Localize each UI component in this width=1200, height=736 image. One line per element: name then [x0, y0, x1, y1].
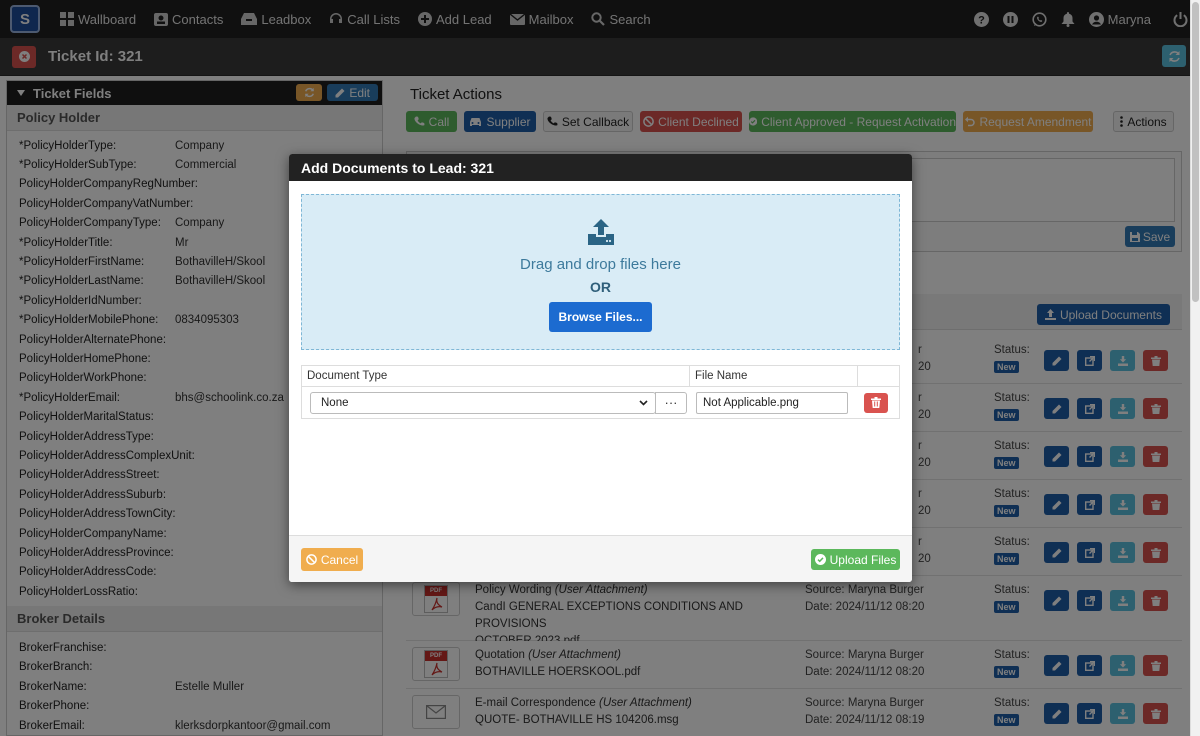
table-row: None ··· Not Applicable.png — [302, 387, 899, 418]
upload-files-button[interactable]: Upload Files — [811, 549, 900, 570]
scrollbar-thumb[interactable] — [1192, 2, 1199, 302]
document-type-select[interactable]: None — [310, 391, 656, 414]
cancel-label: Cancel — [320, 552, 359, 567]
table-header: Document Type File Name — [302, 366, 899, 387]
chevron-down-icon — [639, 399, 648, 406]
ban-icon — [305, 554, 317, 565]
modal-footer: Cancel Upload Files — [289, 535, 912, 582]
upload-files-label: Upload Files — [829, 552, 897, 567]
more-options-button[interactable]: ··· — [655, 391, 687, 414]
col-document-type: Document Type — [302, 366, 690, 386]
check-circle-icon — [814, 554, 826, 565]
browse-files-button[interactable]: Browse Files... — [549, 302, 652, 332]
col-file-name: File Name — [690, 366, 858, 386]
upload-tray-icon — [588, 219, 614, 245]
or-text: OR — [590, 279, 611, 295]
app-root: S Wallboard Contacts Leadbox Call Lists … — [0, 0, 1200, 736]
file-dropzone[interactable]: Drag and drop files here OR Browse Files… — [301, 194, 900, 350]
page-scrollbar[interactable] — [1190, 0, 1200, 736]
document-type-value: None — [321, 396, 349, 409]
modal-title: Add Documents to Lead: 321 — [289, 154, 912, 181]
file-name-input[interactable]: Not Applicable.png — [696, 391, 848, 414]
trash-icon — [871, 397, 881, 408]
document-upload-table: Document Type File Name None ··· Not App… — [301, 365, 900, 419]
cancel-button[interactable]: Cancel — [301, 548, 363, 571]
drag-drop-text: Drag and drop files here — [520, 256, 681, 273]
add-documents-modal: Add Documents to Lead: 321 Drag and drop… — [289, 154, 912, 582]
remove-file-button[interactable] — [864, 392, 888, 413]
